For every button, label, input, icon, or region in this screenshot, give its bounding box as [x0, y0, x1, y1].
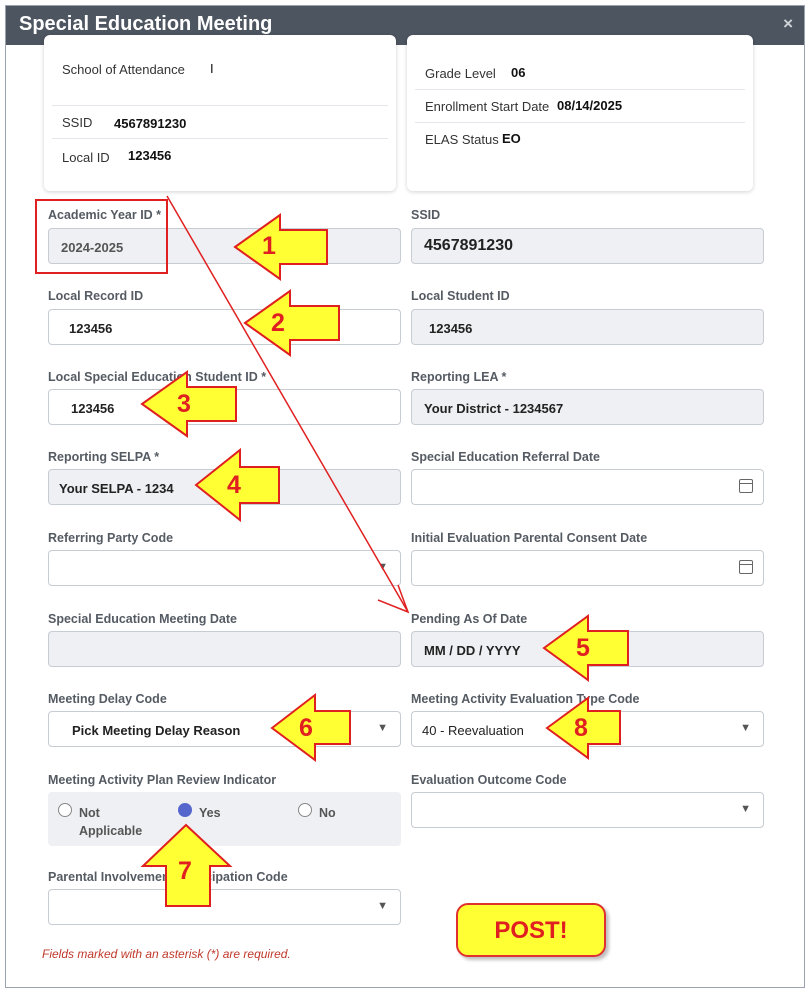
pending-date-label: Pending As Of Date: [411, 612, 528, 626]
post-button[interactable]: POST!: [456, 903, 606, 957]
radio-button[interactable]: [58, 803, 72, 817]
callout-number-1: 1: [262, 232, 276, 260]
local-student-label: Local Student ID: [411, 289, 510, 303]
local-sped-input[interactable]: 123456: [48, 389, 401, 425]
meeting-date-field: [48, 631, 401, 667]
caret-down-icon: ▼: [377, 900, 388, 912]
info-label: Local ID: [62, 150, 110, 165]
plan-review-label: Meeting Activity Plan Review Indicator: [48, 773, 277, 787]
local-student-field: 123456: [411, 309, 764, 345]
info-row-local-id: Local ID 123456: [52, 139, 388, 171]
student-info-card-left: School of Attendance I SSID 4567891230 L…: [44, 35, 396, 191]
reporting-lea-field: Your District - 1234567: [411, 389, 764, 425]
callout-number-6: 6: [299, 714, 313, 742]
callout-number-7: 7: [178, 857, 192, 885]
caret-down-icon: ▼: [740, 803, 751, 815]
info-value: 4567891230: [114, 116, 187, 131]
academic-year-value: 2024-2025: [61, 240, 124, 255]
info-label: School of Attendance: [62, 62, 185, 77]
radio-button[interactable]: [298, 803, 312, 817]
close-icon[interactable]: ×: [783, 14, 793, 34]
info-label: Grade Level: [425, 66, 496, 81]
info-row-grade: Grade Level 06: [415, 57, 745, 90]
radio-button-selected[interactable]: [178, 803, 192, 817]
local-sped-label: Local Special Education Student ID *: [48, 370, 267, 384]
info-value: EO: [502, 131, 521, 146]
academic-year-field: 2024-2025: [48, 228, 401, 264]
dialog-title: Special Education Meeting: [19, 13, 273, 35]
info-value: 123456: [128, 148, 172, 163]
calendar-icon[interactable]: [739, 479, 753, 493]
referring-party-select[interactable]: ▼: [48, 550, 401, 586]
eval-type-label: Meeting Activity Evaluation Type Code: [411, 692, 640, 706]
ssid-label: SSID: [411, 208, 441, 222]
eval-type-value: 40 - Reevaluation: [422, 723, 524, 738]
reporting-selpa-field: Your SELPA - 1234: [48, 469, 401, 505]
callout-number-3: 3: [177, 390, 191, 418]
special-education-meeting-dialog: Special Education Meeting × School of At…: [5, 5, 805, 988]
initial-eval-date-label: Initial Evaluation Parental Consent Date: [411, 531, 648, 545]
referral-date-input[interactable]: [411, 469, 764, 505]
required-fields-note: Fields marked with an asterisk (*) are r…: [42, 947, 291, 961]
parental-involvement-label: Parental Involvement Participation Code: [48, 870, 288, 884]
pending-date-value: MM / DD / YYYY: [424, 643, 521, 658]
local-sped-value: 123456: [71, 401, 115, 416]
info-label: ELAS Status: [425, 132, 499, 147]
eval-outcome-select[interactable]: ▼: [411, 792, 764, 828]
callout-number-4: 4: [227, 471, 241, 499]
local-record-input[interactable]: 123456: [48, 309, 401, 345]
caret-down-icon: ▼: [377, 722, 388, 734]
reporting-lea-value: Your District - 1234567: [424, 401, 564, 416]
caret-down-icon: ▼: [740, 722, 751, 734]
plan-review-radio-group: Not Applicable Yes No: [48, 792, 401, 846]
radio-label: Not Applicable: [79, 806, 143, 838]
callout-number-5: 5: [576, 634, 590, 662]
info-label: SSID: [62, 115, 93, 130]
radio-label: No: [319, 806, 336, 820]
calendar-icon[interactable]: [739, 560, 753, 574]
post-button-label: POST!: [494, 917, 568, 944]
referring-party-label: Referring Party Code: [48, 531, 174, 545]
info-row-ssid: SSID 4567891230: [52, 106, 388, 139]
dialog-body: School of Attendance I SSID 4567891230 L…: [6, 35, 804, 987]
reporting-lea-label: Reporting LEA *: [411, 370, 507, 384]
local-record-label: Local Record ID: [48, 289, 144, 303]
parental-involvement-select[interactable]: ▼: [48, 889, 401, 925]
radio-label: Yes: [199, 806, 221, 820]
meeting-delay-value: Pick Meeting Delay Reason: [72, 723, 241, 738]
callout-number-8: 8: [574, 714, 588, 742]
meeting-date-label: Special Education Meeting Date: [48, 612, 237, 626]
academic-year-label: Academic Year ID *: [48, 208, 162, 222]
meeting-delay-label: Meeting Delay Code: [48, 692, 167, 706]
info-label: Enrollment Start Date: [425, 99, 550, 114]
info-row-elas: ELAS Status EO: [415, 123, 745, 155]
info-row-school: School of Attendance I: [52, 53, 388, 106]
meeting-delay-select[interactable]: Pick Meeting Delay Reason ▼: [48, 711, 401, 747]
referral-date-label: Special Education Referral Date: [411, 450, 600, 464]
caret-down-icon: ▼: [377, 561, 388, 573]
reporting-selpa-label: Reporting SELPA *: [48, 450, 160, 464]
info-value: 08/14/2025: [557, 98, 623, 113]
initial-eval-date-input[interactable]: [411, 550, 764, 586]
student-info-card-right: Grade Level 06 Enrollment Start Date 08/…: [407, 35, 753, 191]
ssid-field: 4567891230: [411, 228, 764, 264]
ssid-value: 4567891230: [424, 237, 513, 254]
callout-number-2: 2: [271, 309, 285, 337]
info-row-enrollment: Enrollment Start Date 08/14/2025: [415, 90, 745, 123]
info-value: 06: [511, 65, 526, 80]
reporting-selpa-value: Your SELPA - 1234: [59, 481, 174, 496]
eval-outcome-label: Evaluation Outcome Code: [411, 773, 567, 787]
info-value: I: [210, 61, 214, 76]
local-student-value: 123456: [429, 321, 473, 336]
local-record-value: 123456: [69, 321, 113, 336]
